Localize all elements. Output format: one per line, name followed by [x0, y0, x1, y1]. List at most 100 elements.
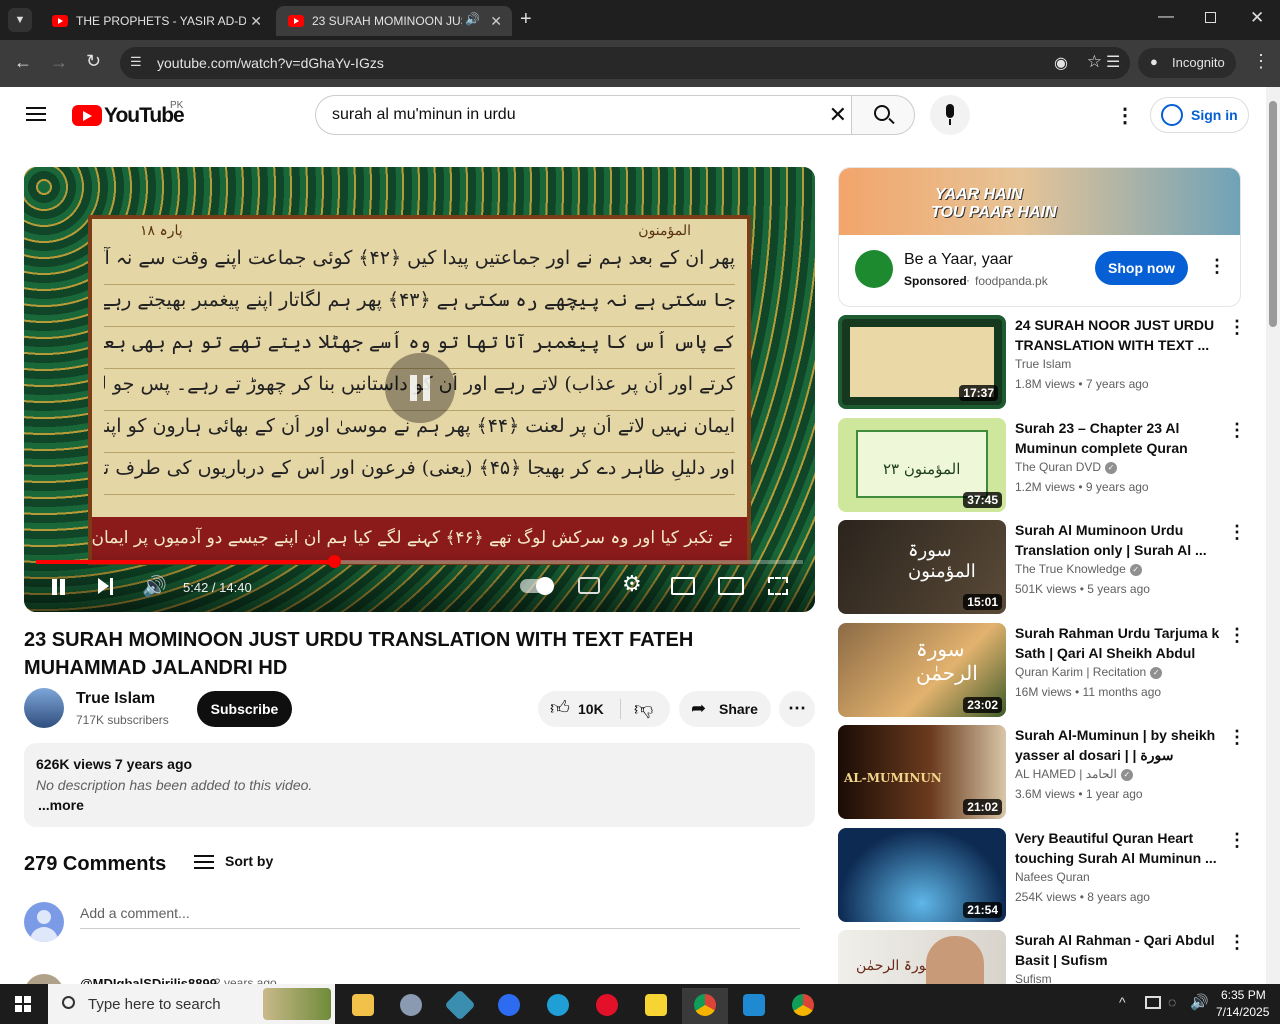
- theater-mode-icon[interactable]: [718, 577, 744, 595]
- dislike-button[interactable]: 👎︎: [622, 691, 670, 727]
- like-button[interactable]: 👍︎ 10K: [538, 691, 620, 727]
- chrome-icon[interactable]: [682, 988, 728, 1024]
- close-window-icon[interactable]: ✕: [1250, 8, 1264, 28]
- recommendation-item[interactable]: سورۃ المؤمنون 15:01 Surah Al Muminoon Ur…: [838, 520, 1248, 616]
- vscode-icon[interactable]: [731, 988, 777, 1024]
- center-pause-button[interactable]: [385, 353, 455, 423]
- bookmark-star-icon[interactable]: ☆: [1087, 52, 1102, 72]
- recommendation-channel[interactable]: Quran Karim | Recitation ✓: [1015, 665, 1163, 679]
- network-icon[interactable]: [1145, 996, 1161, 1009]
- video-thumbnail[interactable]: سورۃ الرحمٰن 23:02: [838, 623, 1006, 717]
- video-thumbnail[interactable]: 17:37: [838, 315, 1006, 409]
- description-box[interactable]: 626K views 7 years ago No description ha…: [24, 743, 815, 827]
- recommendation-channel[interactable]: AL HAMED | الحامد ✓: [1015, 767, 1133, 781]
- recommendation-title[interactable]: Surah Al Rahman - Qari Abdul Basit | Suf…: [1015, 930, 1220, 970]
- miniplayer-icon[interactable]: [671, 577, 695, 595]
- close-tab-icon[interactable]: ✕: [490, 13, 502, 30]
- more-options-icon[interactable]: ⋮: [1228, 522, 1246, 543]
- media-control-icon[interactable]: ☰: [1106, 52, 1120, 72]
- recommendation-channel[interactable]: Nafees Quran: [1015, 870, 1090, 884]
- recommendation-item[interactable]: سورۃ الرحمٰن 23:02 Surah Rahman Urdu Tar…: [838, 623, 1248, 719]
- eye-off-icon[interactable]: ◉: [1054, 53, 1068, 73]
- recommendation-item[interactable]: المؤمنون ۲۳ 37:45 Surah 23 – Chapter 23 …: [838, 418, 1248, 514]
- file-explorer-icon[interactable]: [340, 988, 386, 1024]
- sponsored-ad-card[interactable]: YAAR HAIN TOU PAAR HAIN Be a Yaar, yaar …: [838, 167, 1241, 307]
- shop-now-button[interactable]: Shop now: [1095, 251, 1188, 285]
- next-video-icon[interactable]: [98, 578, 109, 594]
- back-arrow-icon[interactable]: ←: [14, 52, 32, 73]
- settings-gear-icon[interactable]: ⚙: [622, 571, 642, 597]
- recommendation-item[interactable]: 17:37 24 SURAH NOOR JUST URDU TRANSLATIO…: [838, 315, 1248, 411]
- show-more-link[interactable]: ...more: [38, 797, 84, 813]
- video-thumbnail[interactable]: AL-MUMINUN 21:02: [838, 725, 1006, 819]
- more-options-icon[interactable]: ⋮: [1228, 625, 1246, 646]
- recommendation-title[interactable]: Surah Al-Muminun | by sheikh yasser al d…: [1015, 725, 1220, 765]
- edge-icon[interactable]: [535, 988, 581, 1024]
- more-options-icon[interactable]: ⋮: [1228, 420, 1246, 441]
- new-tab-plus-icon[interactable]: +: [520, 8, 532, 31]
- video-thumbnail[interactable]: سورۃ الرحمٰن: [838, 930, 1006, 984]
- chrome-icon[interactable]: [780, 988, 826, 1024]
- forward-arrow-icon[interactable]: →: [50, 52, 68, 73]
- tab-surah-mominoon[interactable]: 23 SURAH MOMINOON JUST URDU 🔊 ✕: [276, 6, 512, 36]
- sticky-notes-icon[interactable]: [633, 988, 679, 1024]
- audio-playing-icon[interactable]: 🔊: [465, 12, 480, 26]
- fullscreen-icon[interactable]: [768, 577, 788, 595]
- address-bar[interactable]: ☰ youtube.com/watch?v=dGhaYv-IGzs ◉ ☆: [120, 47, 1130, 79]
- opera-icon[interactable]: [584, 988, 630, 1024]
- clock-date[interactable]: 7/14/2025: [1216, 1005, 1269, 1019]
- add-comment-input[interactable]: Add a comment...: [80, 903, 800, 929]
- more-options-icon[interactable]: ⋮: [1228, 727, 1246, 748]
- video-thumbnail[interactable]: سورۃ المؤمنون 15:01: [838, 520, 1006, 614]
- recommendation-title[interactable]: 24 SURAH NOOR JUST URDU TRANSLATION WITH…: [1015, 315, 1220, 355]
- close-tab-icon[interactable]: ✕: [250, 13, 262, 30]
- recommendation-item[interactable]: 21:54 Very Beautiful Quran Heart touchin…: [838, 828, 1248, 924]
- ad-banner-image[interactable]: YAAR HAIN TOU PAAR HAIN: [839, 168, 1240, 235]
- incognito-indicator[interactable]: ● Incognito: [1138, 48, 1236, 78]
- recommendation-channel[interactable]: True Islam: [1015, 357, 1071, 371]
- reload-icon[interactable]: ↻: [86, 51, 101, 72]
- page-scrollbar[interactable]: [1266, 87, 1280, 984]
- recommendation-channel[interactable]: The Quran DVD ✓: [1015, 460, 1118, 474]
- voice-search-button[interactable]: [930, 95, 970, 135]
- volume-icon[interactable]: 🔊: [1190, 993, 1209, 1011]
- scrollbar-thumb[interactable]: [1269, 101, 1277, 327]
- video-thumbnail[interactable]: المؤمنون ۲۳ 37:45: [838, 418, 1006, 512]
- more-options-icon[interactable]: ⋮: [1228, 830, 1246, 851]
- zoom-icon[interactable]: [486, 988, 532, 1024]
- video-player[interactable]: پارہ ۱۸ المؤمنون پھر ان کے بعد ہم نے اور…: [24, 167, 815, 612]
- clear-search-icon[interactable]: ✕: [829, 102, 847, 128]
- sort-by-button[interactable]: Sort by: [194, 851, 284, 875]
- search-button[interactable]: [851, 95, 915, 135]
- ad-title[interactable]: Be a Yaar, yaar: [904, 251, 1013, 269]
- recommendation-title[interactable]: Surah Rahman Urdu Tarjuma k Sath | Qari …: [1015, 623, 1220, 663]
- recommendation-title[interactable]: Surah 23 – Chapter 23 Al Muminun complet…: [1015, 418, 1220, 458]
- pause-control-icon[interactable]: [52, 579, 57, 595]
- advertiser-logo-icon[interactable]: [855, 250, 893, 288]
- search-input[interactable]: surah al mu'minun in urdu ✕: [315, 95, 853, 135]
- recommendation-title[interactable]: Very Beautiful Quran Heart touching Sura…: [1015, 828, 1220, 868]
- tab-the-prophets[interactable]: THE PROPHETS - YASIR AD-DAWSARI ✕: [40, 6, 272, 36]
- ad-more-icon[interactable]: ⋮: [1208, 256, 1226, 277]
- share-button[interactable]: ➦ Share: [679, 691, 771, 727]
- autoplay-toggle[interactable]: [520, 577, 554, 595]
- recommendation-channel[interactable]: Sufism: [1015, 972, 1052, 984]
- channel-avatar[interactable]: [24, 688, 64, 728]
- minimize-icon[interactable]: —: [1158, 8, 1174, 26]
- video-thumbnail[interactable]: 21:54: [838, 828, 1006, 922]
- taskbar-search-box[interactable]: Type here to search: [48, 984, 335, 1024]
- channel-name[interactable]: True Islam: [76, 690, 155, 708]
- more-actions-button[interactable]: ⋯: [779, 691, 815, 727]
- progress-bar[interactable]: [36, 555, 803, 568]
- recommendation-item[interactable]: سورۃ الرحمٰن Surah Al Rahman - Qari Abdu…: [838, 930, 1248, 984]
- more-options-icon[interactable]: ⋮: [1228, 317, 1246, 338]
- more-options-icon[interactable]: ⋮: [1228, 932, 1246, 953]
- hamburger-menu-icon[interactable]: [26, 107, 46, 121]
- subscribe-button[interactable]: Subscribe: [197, 691, 292, 727]
- show-hidden-icons[interactable]: ^: [1119, 994, 1126, 1010]
- tab-search-button[interactable]: ▼: [8, 8, 32, 32]
- restore-icon[interactable]: [1205, 12, 1216, 23]
- app-icon[interactable]: [388, 988, 434, 1024]
- app-icon[interactable]: [437, 988, 483, 1024]
- subtitles-icon[interactable]: [578, 577, 600, 594]
